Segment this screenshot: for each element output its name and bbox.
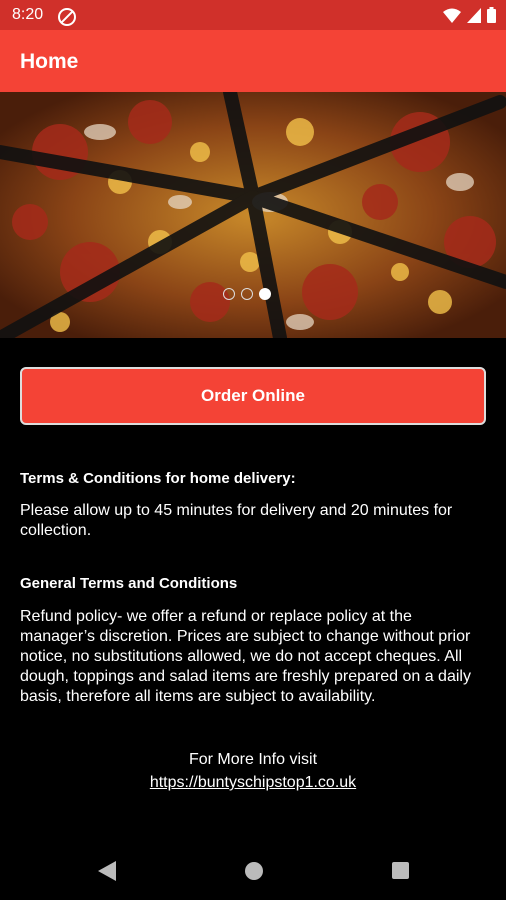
more-info-label: For More Info visit — [188, 751, 318, 768]
carousel-dot[interactable] — [223, 288, 235, 300]
navigation-bar — [0, 845, 506, 900]
carousel-dot[interactable] — [241, 288, 253, 300]
general-terms-body: Refund policy- we offer a refund or repl… — [20, 608, 471, 705]
page-title: Home — [20, 50, 79, 73]
status-time: 8:20 — [12, 6, 44, 23]
status-bar: 8:20 — [0, 0, 506, 30]
general-terms-heading: General Terms and Conditions — [20, 575, 238, 592]
recents-icon[interactable] — [392, 862, 409, 879]
delivery-terms-body: Please allow up to 45 minutes for delive… — [20, 502, 453, 539]
home-icon[interactable] — [245, 862, 263, 880]
order-online-button[interactable]: Order Online — [20, 367, 486, 425]
do-not-disturb-icon — [58, 8, 76, 26]
pizza-image — [0, 92, 506, 338]
website-link[interactable]: https://buntyschipstop1.co.uk — [18, 773, 488, 793]
carousel-dot-active[interactable] — [259, 288, 271, 300]
signal-icon — [467, 7, 481, 23]
battery-icon — [487, 7, 496, 23]
delivery-terms-heading: Terms & Conditions for home delivery: — [20, 470, 296, 487]
app-bar: Home — [0, 30, 506, 92]
carousel-indicator — [223, 288, 271, 300]
back-icon[interactable] — [98, 861, 116, 881]
hero-carousel[interactable] — [0, 92, 506, 338]
wifi-icon — [443, 8, 461, 23]
